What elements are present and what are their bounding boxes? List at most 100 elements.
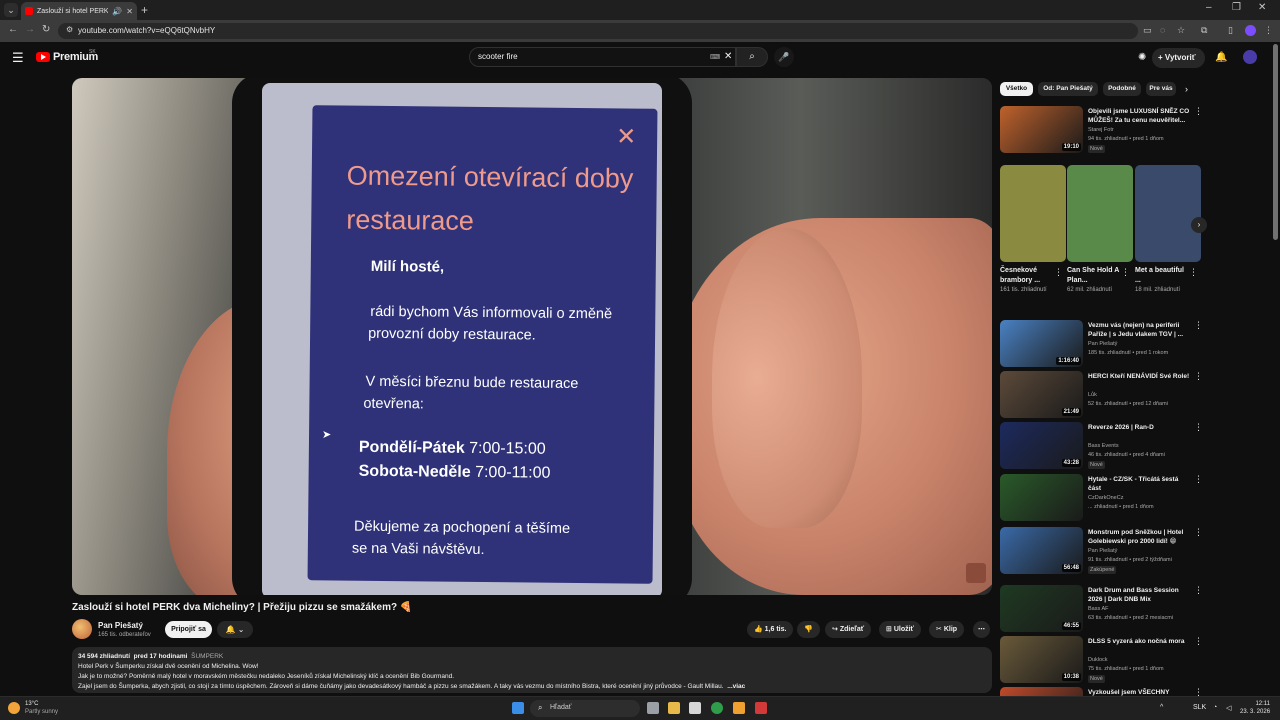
- recommended-video[interactable]: Hytale - CZ/SK - Třicátá šestá část CzDar…: [1000, 474, 1203, 522]
- clear-search-icon[interactable]: ✕: [724, 51, 732, 62]
- more-vert-icon[interactable]: ⋮: [1194, 423, 1203, 432]
- more-vert-icon[interactable]: ⋮: [1194, 528, 1203, 537]
- sidebar-icon[interactable]: ▯: [1228, 25, 1233, 36]
- video-title[interactable]: Dark Drum and Bass Session 2026 | Dark D…: [1088, 586, 1190, 604]
- more-vert-icon[interactable]: ⋮: [1121, 267, 1130, 278]
- channel-name[interactable]: Pan Piešatý: [1088, 548, 1117, 554]
- profile-avatar-icon[interactable]: [1245, 25, 1256, 36]
- more-vert-icon[interactable]: ⋮: [1194, 637, 1203, 646]
- channel-watermark[interactable]: [966, 563, 986, 583]
- chip-related[interactable]: Podobné: [1103, 82, 1141, 96]
- cast-icon[interactable]: ▭: [1143, 25, 1152, 36]
- tab-list-button[interactable]: ⌄: [4, 3, 18, 17]
- site-info-icon[interactable]: ⚙: [66, 25, 73, 34]
- recommended-video[interactable]: 1:16:40 Vezmu vás (nejen) na periferii Pa…: [1000, 320, 1203, 368]
- audio-icon[interactable]: 🔊: [112, 7, 122, 16]
- channel-name[interactable]: Bass Events: [1088, 443, 1119, 449]
- more-vert-icon[interactable]: ⋮: [1054, 267, 1063, 278]
- video-thumbnail[interactable]: 21:49: [1000, 371, 1083, 418]
- chip-all[interactable]: Všetko: [1000, 82, 1033, 96]
- address-bar[interactable]: ⚙ youtube.com/watch?v=eQQ6tQNvbHY: [58, 23, 1138, 39]
- more-vert-icon[interactable]: ⋮: [1189, 267, 1198, 278]
- url-text[interactable]: youtube.com/watch?v=eQQ6tQNvbHY: [78, 26, 215, 35]
- reload-icon[interactable]: ↻: [42, 24, 50, 35]
- video-thumbnail[interactable]: 56:48: [1000, 527, 1083, 574]
- maximize-button[interactable]: ❐: [1232, 2, 1241, 13]
- taskbar-search[interactable]: ⌕ Hľadať: [530, 700, 640, 717]
- forward-icon[interactable]: →: [25, 24, 35, 35]
- video-title[interactable]: DLSS 5 vyzerá ako nočná mora: [1088, 637, 1190, 646]
- chrome-icon[interactable]: [711, 702, 723, 714]
- weather-temperature[interactable]: 13°C: [25, 701, 38, 707]
- recommended-video[interactable]: 43:28 Reverze 2026 | Ran-D Bass Events 46 t…: [1000, 422, 1203, 470]
- weather-sun-icon[interactable]: [8, 702, 20, 714]
- video-title[interactable]: Monstrum pod Sněžkou | Hotel Golebiewski…: [1088, 528, 1190, 546]
- acrobat-icon[interactable]: [755, 702, 767, 714]
- create-button[interactable]: + Vytvoriť: [1152, 48, 1205, 68]
- video-title[interactable]: Reverze 2026 | Ran-D: [1088, 423, 1190, 432]
- minimize-button[interactable]: –: [1206, 2, 1212, 13]
- store-icon[interactable]: [689, 702, 701, 714]
- more-vert-icon[interactable]: ⋮: [1194, 107, 1203, 116]
- channel-name[interactable]: Pan Piešatý: [98, 621, 143, 630]
- short-item[interactable]: Česnekové brambory ... 161 tis. zhliadnu…: [1000, 165, 1066, 294]
- app-icon[interactable]: [733, 702, 745, 714]
- bookmark-star-icon[interactable]: ☆: [1177, 25, 1185, 36]
- join-button[interactable]: Pripojiť sa: [165, 621, 212, 638]
- voice-search-button[interactable]: 🎤: [774, 47, 794, 67]
- notifications-bell-icon[interactable]: 🔔: [1215, 52, 1227, 63]
- more-vert-icon[interactable]: ⋮: [1194, 475, 1203, 484]
- short-thumbnail[interactable]: [1135, 165, 1201, 262]
- eye-off-icon[interactable]: ◌: [1160, 25, 1165, 35]
- scrollbar[interactable]: [1273, 44, 1278, 240]
- more-vert-icon[interactable]: ⋮: [1194, 321, 1203, 330]
- search-input[interactable]: scooter fire ⌨ ✕: [469, 47, 736, 67]
- search-button[interactable]: ⌕: [736, 47, 768, 67]
- short-title[interactable]: Can She Hold A Plan...: [1067, 266, 1119, 286]
- video-thumbnail[interactable]: [1000, 474, 1083, 521]
- show-more-link[interactable]: ...viac: [727, 683, 745, 690]
- channel-avatar[interactable]: [72, 619, 92, 639]
- video-thumbnail[interactable]: 1:16:40: [1000, 320, 1083, 367]
- chevron-right-icon[interactable]: ›: [1185, 84, 1188, 94]
- short-thumbnail[interactable]: [1067, 165, 1133, 262]
- short-item[interactable]: Can She Hold A Plan... 62 mil. zhliadnut…: [1067, 165, 1133, 294]
- more-actions-button[interactable]: ⋯: [973, 621, 990, 638]
- weather-description[interactable]: Partly sunny: [25, 709, 58, 715]
- chip-for-you[interactable]: Pre vás: [1146, 82, 1176, 96]
- recommended-video[interactable]: 10:38 DLSS 5 vyzerá ako nočná mora Duklock…: [1000, 636, 1203, 684]
- clock[interactable]: 12:11 23. 3. 2026: [1240, 700, 1270, 716]
- video-title[interactable]: Vezmu vás (nejen) na periferii Paříže | …: [1088, 321, 1190, 339]
- channel-name[interactable]: Pan Piešatý: [1088, 341, 1117, 347]
- recommended-video[interactable]: 56:48 Monstrum pod Sněžkou | Hotel Golebi…: [1000, 527, 1203, 575]
- video-thumbnail[interactable]: 10:38: [1000, 636, 1083, 683]
- more-vert-icon[interactable]: ⋮: [1194, 372, 1203, 381]
- recommended-video[interactable]: 19:10 Objevili jsme LUXUSNÍ SNĚZ CO MŮŽEŠ…: [1000, 106, 1203, 154]
- clip-button[interactable]: ✂ Klip: [929, 621, 965, 638]
- video-player[interactable]: ✕ Omezení otevírací doby restaurace Milí…: [72, 78, 992, 595]
- recommended-video[interactable]: 21:49 HERCI Kteří NENÁVIDÍ Své Role! Lůk 52…: [1000, 371, 1203, 419]
- tab-close-icon[interactable]: ✕: [126, 7, 133, 16]
- save-button[interactable]: ⊞ Uložiť: [879, 621, 921, 638]
- menu-dots-icon[interactable]: ⋮: [1264, 25, 1273, 36]
- extensions-icon[interactable]: ⧉: [1201, 25, 1207, 36]
- like-button[interactable]: 👍 1,6 tis.: [747, 621, 794, 638]
- recommended-video[interactable]: 46:55 Dark Drum and Bass Session 2026 | D…: [1000, 585, 1203, 633]
- back-icon[interactable]: ←: [8, 24, 18, 35]
- video-thumbnail[interactable]: 46:55: [1000, 585, 1083, 632]
- video-title[interactable]: Hytale - CZ/SK - Třicátá šestá část: [1088, 475, 1190, 493]
- file-explorer-icon[interactable]: [668, 702, 680, 714]
- new-tab-button[interactable]: +: [141, 3, 148, 17]
- short-item[interactable]: Met a beautiful ... 18 mil. zhliadnutí ⋮: [1135, 165, 1201, 294]
- account-avatar[interactable]: [1243, 50, 1257, 64]
- volume-icon[interactable]: ◁: [1226, 704, 1231, 712]
- chip-from-channel[interactable]: Od: Pan Piešatý: [1038, 82, 1098, 96]
- close-window-button[interactable]: ✕: [1258, 2, 1266, 13]
- channel-name[interactable]: CzDarkOneCz: [1088, 495, 1123, 501]
- short-title[interactable]: Met a beautiful ...: [1135, 266, 1187, 286]
- video-thumbnail[interactable]: 19:10: [1000, 106, 1083, 153]
- video-title[interactable]: Objevili jsme LUXUSNÍ SNĚZ CO MŮŽEŠ! Za …: [1088, 107, 1190, 125]
- keyboard-icon[interactable]: ⌨: [710, 53, 720, 61]
- menu-icon[interactable]: ☰: [12, 51, 24, 65]
- short-title[interactable]: Česnekové brambory ...: [1000, 266, 1052, 286]
